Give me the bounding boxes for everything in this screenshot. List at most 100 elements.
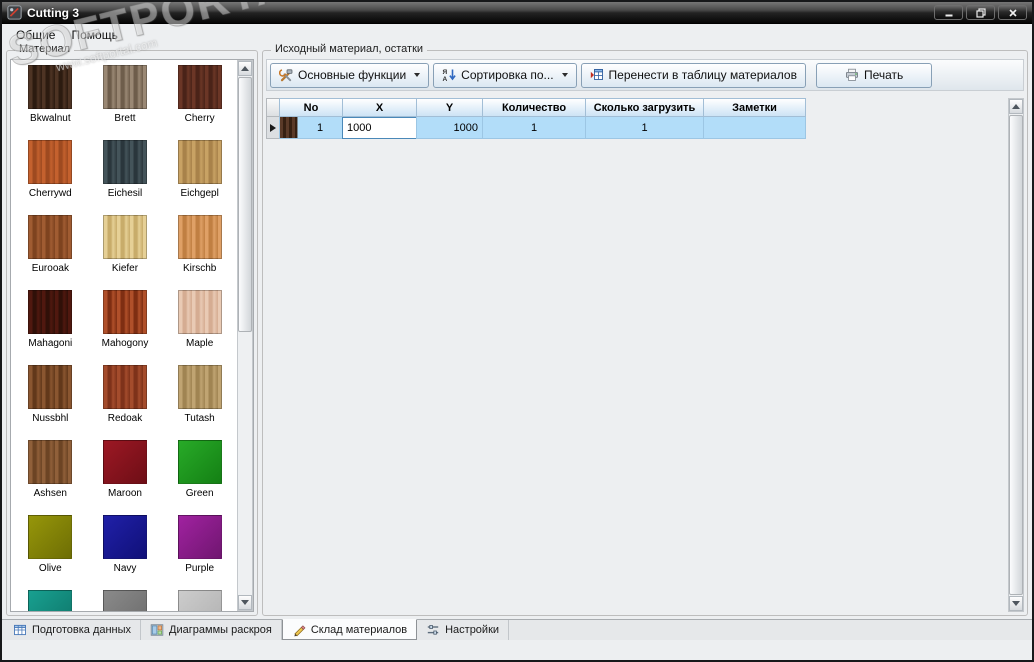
material-label: Kiefer (111, 263, 139, 274)
material-item[interactable]: Tutash (162, 362, 237, 437)
material-label: Nussbhl (32, 413, 69, 424)
material-swatch (28, 215, 73, 259)
cell-x-editor[interactable]: 1000 (342, 117, 417, 139)
material-swatch (177, 440, 222, 484)
column-header[interactable]: Количество (482, 98, 586, 117)
dropdown-caret-icon (561, 73, 568, 77)
tab-cutting-diagrams[interactable]: Диаграммы раскроя (141, 620, 282, 640)
material-item[interactable]: Olive (13, 512, 88, 587)
current-row-arrow-icon (270, 123, 276, 132)
material-swatch (102, 140, 147, 184)
row-indicator-header (266, 98, 280, 117)
material-item[interactable]: Mahagoni (13, 287, 88, 362)
materials-panel: Материал Bkwalnut Brett Cherry Cherrywd Eich… (6, 43, 258, 616)
column-header[interactable]: Заметки (703, 98, 806, 117)
material-swatch (177, 65, 222, 109)
svg-text:А: А (443, 76, 448, 82)
material-item[interactable]: Navy (88, 512, 163, 587)
material-item[interactable]: Kirschb (162, 212, 237, 287)
transfer-to-materials-button[interactable]: Перенести в таблицу материалов (580, 62, 806, 88)
cell-no[interactable]: 1 (279, 117, 343, 139)
tab-label: Склад материалов (310, 623, 408, 636)
cell-quantity[interactable]: 1 (482, 117, 586, 139)
titlebar[interactable]: Cutting 3 (2, 2, 1032, 24)
material-item[interactable] (162, 587, 237, 611)
scroll-down-button[interactable] (1009, 596, 1023, 611)
material-item[interactable]: Eurooak (13, 212, 88, 287)
sort-by-button[interactable]: Я А Сортировка по... (433, 62, 577, 88)
restore-button[interactable] (966, 5, 995, 20)
material-item[interactable]: Mahogony (88, 287, 163, 362)
material-label: Kirschb (182, 263, 217, 274)
material-item[interactable]: Cherrywd (13, 137, 88, 212)
material-item[interactable] (13, 587, 88, 611)
button-label: Сортировка по... (461, 68, 554, 82)
cell-notes[interactable] (703, 117, 806, 139)
column-header[interactable]: Сколько загрузить (585, 98, 704, 117)
stock-table: No X Y Количество Сколько загрузить Заметки 1 1… (266, 98, 806, 139)
material-item[interactable]: Nussbhl (13, 362, 88, 437)
scrollbar-thumb[interactable] (238, 77, 252, 332)
material-label: Olive (38, 563, 62, 574)
material-item[interactable]: Brett (88, 62, 163, 137)
scroll-up-button[interactable] (1009, 99, 1023, 114)
material-swatch (102, 440, 147, 484)
material-item[interactable]: Bkwalnut (13, 62, 88, 137)
main-functions-button[interactable]: Основные функции (270, 62, 430, 88)
menu-general[interactable]: Общие (8, 25, 63, 45)
material-swatch (177, 590, 222, 611)
material-swatch (28, 440, 73, 484)
material-item[interactable]: Cherry (162, 62, 237, 137)
material-item[interactable]: Purple (162, 512, 237, 587)
tab-data-preparation[interactable]: Подготовка данных (4, 620, 142, 640)
app-window: Cutting 3 Общие Помощь Материал Bkwalnut B… (0, 0, 1034, 662)
print-button[interactable]: Печать (815, 62, 933, 88)
material-item[interactable]: Eichgepl (162, 137, 237, 212)
material-label: Maple (186, 338, 214, 349)
material-label: Brett (114, 113, 136, 124)
minimize-button[interactable] (934, 5, 963, 20)
menu-help[interactable]: Помощь (63, 25, 125, 45)
material-swatch (177, 215, 222, 259)
material-label: Eichesil (107, 188, 143, 199)
materials-list: Bkwalnut Brett Cherry Cherrywd Eichesil Eichg… (10, 59, 254, 612)
material-swatch (177, 515, 222, 559)
material-swatch (102, 215, 147, 259)
stock-scrollbar[interactable] (1008, 98, 1024, 612)
scroll-down-button[interactable] (238, 595, 252, 610)
material-item[interactable]: Green (162, 437, 237, 512)
material-label: Mahagoni (28, 338, 73, 349)
material-item[interactable]: Kiefer (88, 212, 163, 287)
scrollbar-thumb[interactable] (1009, 115, 1023, 595)
button-label: Печать (863, 68, 904, 82)
column-header[interactable]: Y (416, 98, 483, 117)
materials-panel-title: Материал (15, 43, 74, 55)
material-swatch (177, 290, 222, 334)
material-label: Bkwalnut (30, 113, 71, 124)
material-swatch (177, 365, 222, 409)
material-item[interactable]: Eichesil (88, 137, 163, 212)
arrow-up-icon (1012, 104, 1020, 109)
material-item[interactable] (88, 587, 163, 611)
material-swatch (102, 290, 147, 334)
material-item[interactable]: Redoak (88, 362, 163, 437)
scroll-up-button[interactable] (238, 61, 252, 76)
printer-icon (845, 68, 859, 82)
materials-scrollbar[interactable] (237, 60, 253, 611)
button-label: Перенести в таблицу материалов (608, 68, 797, 82)
column-header[interactable]: X (342, 98, 417, 117)
app-icon[interactable] (7, 5, 22, 20)
material-item[interactable]: Maple (162, 287, 237, 362)
cell-y[interactable]: 1000 (416, 117, 483, 139)
close-button[interactable] (998, 5, 1027, 20)
tab-materials-warehouse[interactable]: Склад материалов (281, 619, 418, 640)
table-row[interactable]: 1 1000 1000 1 1 (266, 117, 806, 139)
sort-icon: ЯА (442, 68, 456, 82)
material-label: Navy (113, 563, 137, 574)
cell-load[interactable]: 1 (585, 117, 704, 139)
material-item[interactable]: Ashsen (13, 437, 88, 512)
tab-settings[interactable]: Настройки (417, 620, 510, 640)
tab-label: Диаграммы раскроя (169, 624, 272, 636)
column-header[interactable]: No (279, 98, 343, 117)
material-item[interactable]: Maroon (88, 437, 163, 512)
